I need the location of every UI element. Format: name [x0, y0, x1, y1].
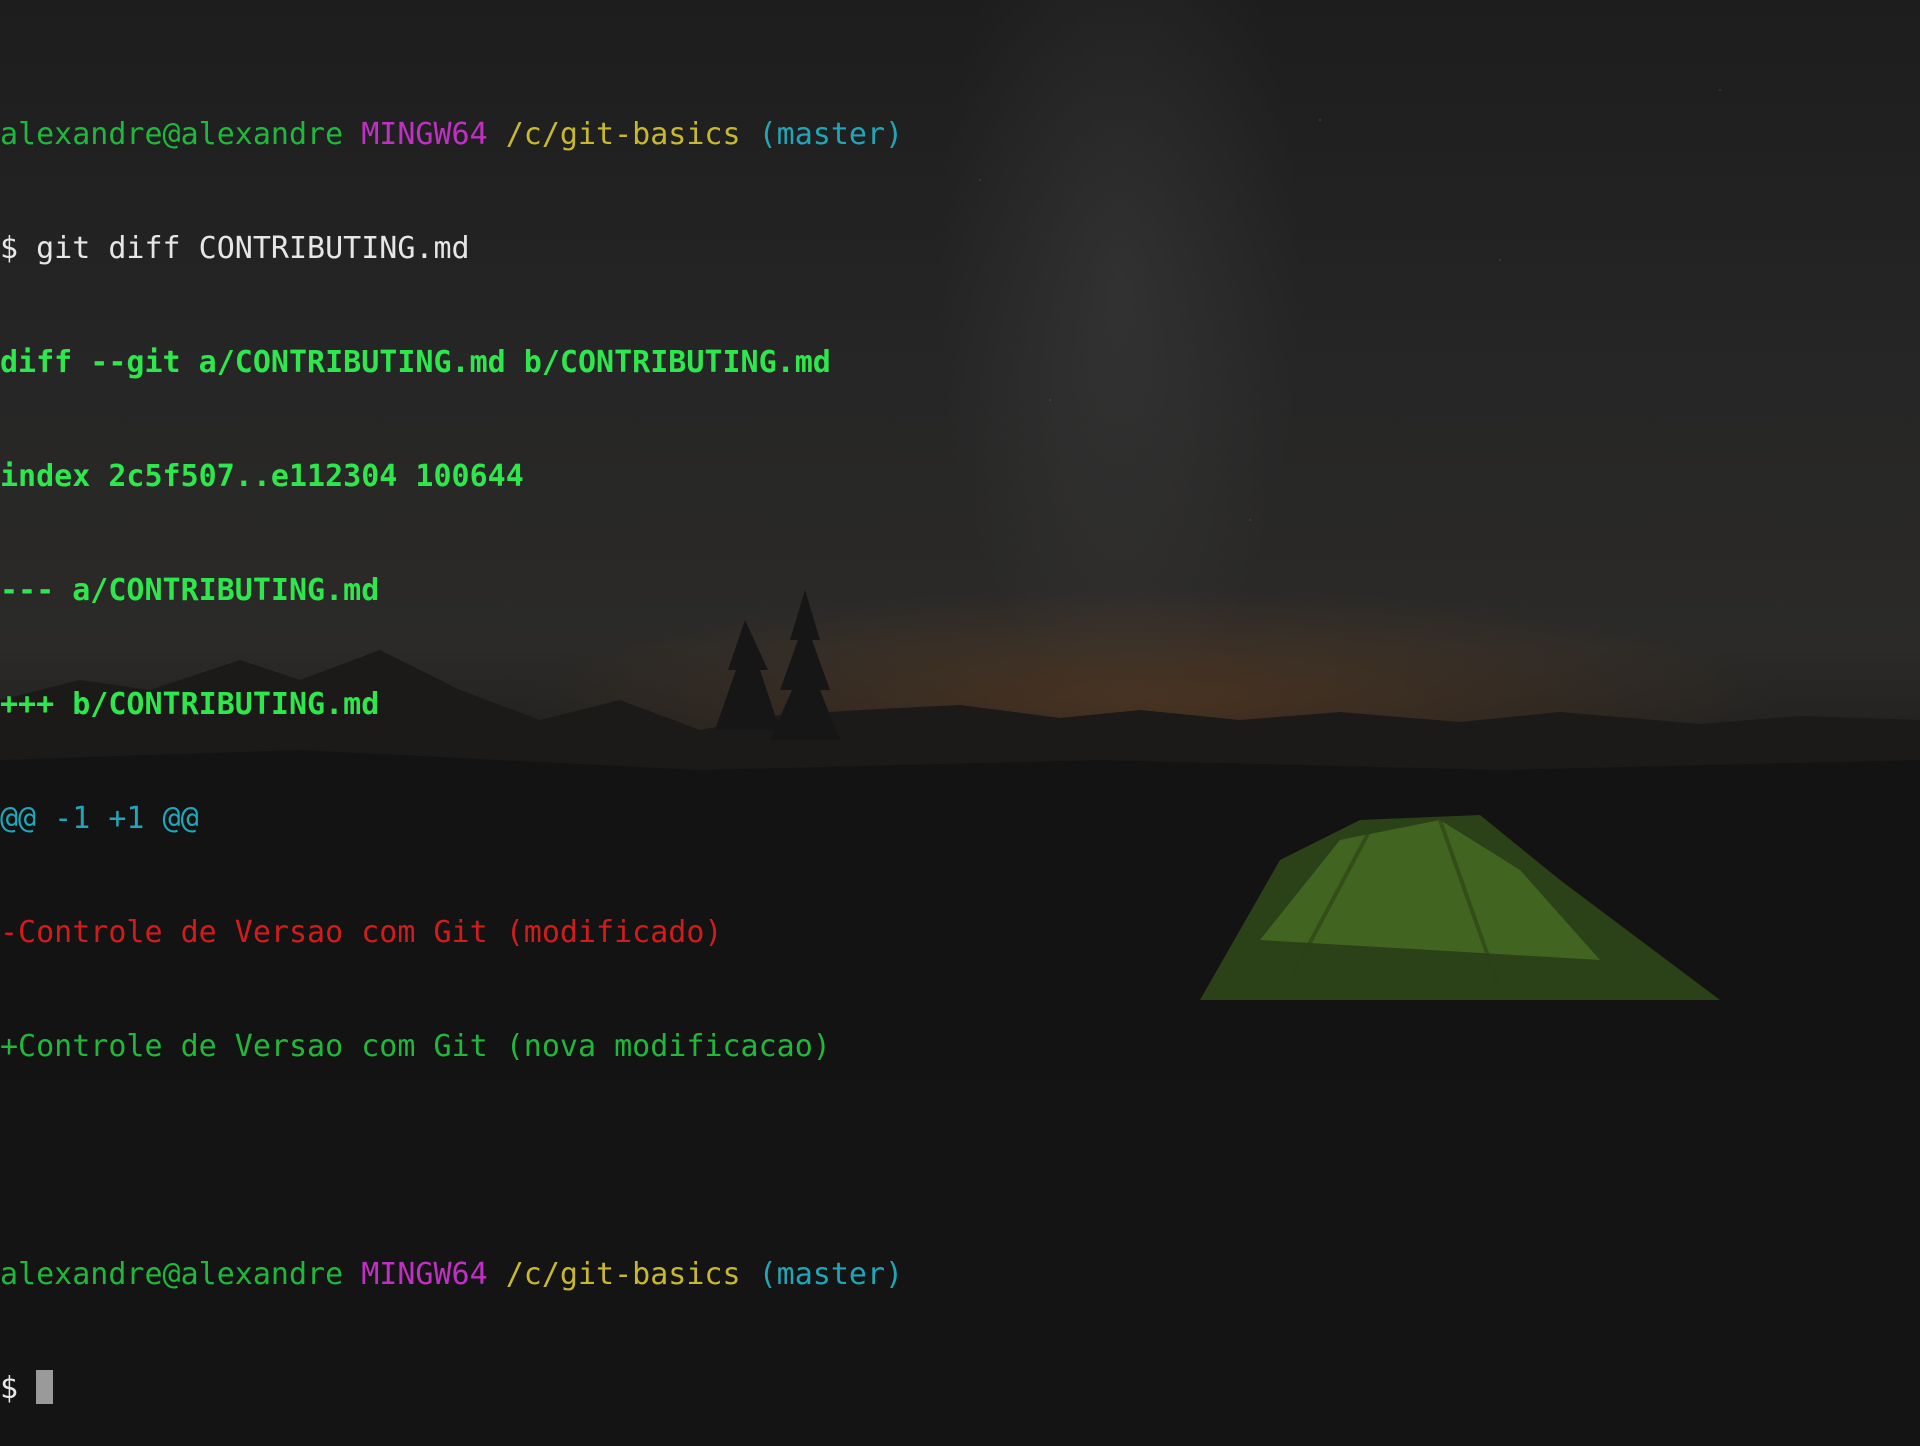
diff-new-file: +++ b/CONTRIBUTING.md: [0, 687, 380, 722]
diff-added-line: +Controle de Versao com Git (nova modifi…: [0, 1029, 831, 1064]
command-line: $ git diff CONTRIBUTING.md: [0, 230, 1920, 268]
command-text: git diff CONTRIBUTING.md: [36, 231, 470, 266]
prompt-symbol: $: [0, 231, 19, 266]
diff-old-file: --- a/CONTRIBUTING.md: [0, 573, 380, 608]
prompt-shell: MINGW64: [361, 1257, 488, 1292]
input-line[interactable]: $: [0, 1370, 1920, 1408]
diff-index: index 2c5f507..e112304 100644: [0, 459, 524, 494]
prompt-user-host: alexandre@alexandre: [0, 117, 344, 152]
prompt-symbol: $: [0, 1371, 19, 1406]
prompt-path: /c/git-basics: [505, 117, 741, 152]
diff-header: diff --git a/CONTRIBUTING.md b/CONTRIBUT…: [0, 345, 831, 380]
block-cursor-icon[interactable]: [36, 1370, 54, 1404]
prompt-line: alexandre@alexandre MINGW64 /c/git-basic…: [0, 116, 1920, 154]
prompt-line: alexandre@alexandre MINGW64 /c/git-basic…: [0, 1256, 1920, 1294]
prompt-branch: (master): [758, 1257, 904, 1292]
diff-hunk-header: @@ -1 +1 @@: [0, 801, 199, 836]
terminal-output[interactable]: alexandre@alexandre MINGW64 /c/git-basic…: [0, 40, 1920, 1446]
prompt-shell: MINGW64: [361, 117, 488, 152]
prompt-path: /c/git-basics: [505, 1257, 741, 1292]
prompt-user-host: alexandre@alexandre: [0, 1257, 344, 1292]
diff-removed-line: -Controle de Versao com Git (modificado): [0, 915, 723, 950]
prompt-branch: (master): [758, 117, 904, 152]
